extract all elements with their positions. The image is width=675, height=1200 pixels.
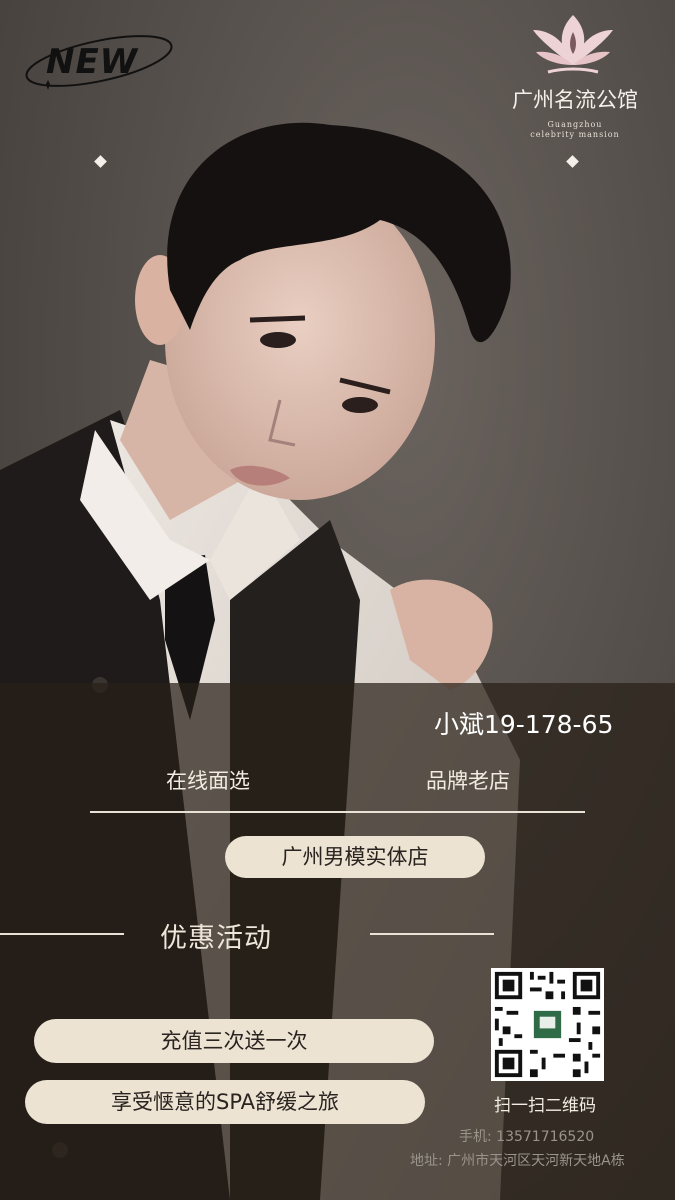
divider-line xyxy=(90,811,585,813)
poster: NEW 广州名流公馆 Guangzhou celebrity mansion 小… xyxy=(0,0,675,1200)
brand-english-line1: Guangzhou xyxy=(547,120,603,129)
promo-item: 充值三次送一次 xyxy=(34,1019,434,1063)
qr-caption: 扫一扫二维码 xyxy=(494,1096,596,1116)
qr-code-icon xyxy=(491,968,604,1081)
phone-number: 13571716520 xyxy=(496,1129,595,1145)
promo-item: 享受惬意的SPA舒缓之旅 xyxy=(25,1080,425,1124)
promo-title: 优惠活动 xyxy=(160,923,272,954)
promo-line-left xyxy=(0,933,124,935)
tag-brand-store: 品牌老店 xyxy=(426,769,510,793)
tag-online-select: 在线面选 xyxy=(166,769,250,793)
footer-phone: 手机: 13571716520 xyxy=(459,1126,594,1146)
store-pill: 广州男模实体店 xyxy=(225,836,485,878)
brand-english-line2: celebrity mansion xyxy=(530,130,620,139)
promo-line-right xyxy=(370,933,494,935)
contact-name: 小斌19-178-65 xyxy=(434,710,614,739)
footer-address: 地址: 广州市天河区天河新天地A栋 xyxy=(410,1150,625,1170)
phone-label: 手机: xyxy=(459,1129,492,1145)
new-badge-text: NEW xyxy=(46,42,139,82)
brand-name: 广州名流公馆 xyxy=(512,88,638,112)
address-text: 广州市天河区天河新天地A栋 xyxy=(447,1153,625,1169)
lotus-icon xyxy=(533,15,613,74)
brand-english: Guangzhou celebrity mansion xyxy=(520,120,630,140)
address-label: 地址: xyxy=(410,1153,443,1169)
